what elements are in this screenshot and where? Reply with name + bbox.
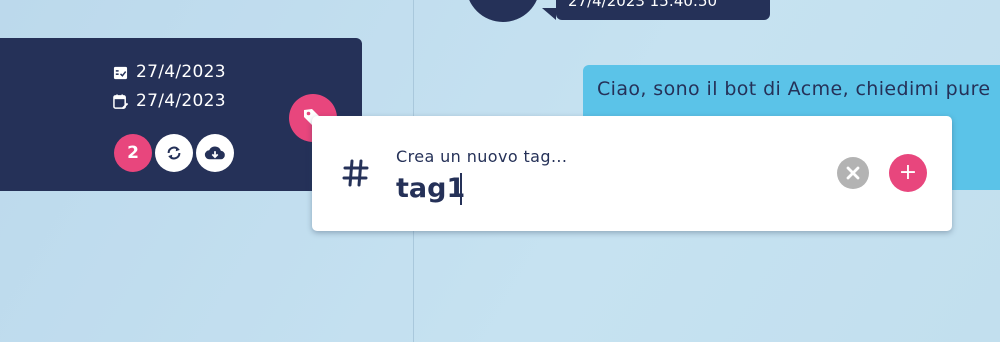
tag-name-input[interactable] (394, 170, 794, 206)
hash-icon (342, 159, 369, 187)
calendar-check-icon (113, 66, 128, 79)
download-button[interactable] (196, 134, 234, 172)
created-date: 27/4/2023 (136, 62, 226, 82)
bubble-tail (542, 8, 556, 20)
message-count-badge: 2 (114, 134, 152, 172)
text-caret (460, 173, 462, 205)
created-date-row: 27/4/2023 (113, 62, 226, 82)
sync-icon (167, 146, 181, 160)
updated-date-row: 27/4/2023 (113, 91, 226, 111)
clear-icon (846, 166, 860, 180)
cloud-download-icon (204, 146, 225, 160)
calendar-edit-icon (113, 93, 128, 109)
card-actions: 2 (114, 134, 234, 172)
message-count: 2 (127, 143, 139, 163)
timestamp-text: 27/4/2023 15:40:50 (568, 0, 718, 10)
plus-icon: + (898, 160, 918, 185)
sync-button[interactable] (155, 134, 193, 172)
add-tag-button[interactable]: + (889, 154, 927, 192)
avatar (466, 0, 540, 22)
create-tag-popup: Crea un nuovo tag... + (312, 116, 952, 231)
timestamp-bubble: 27/4/2023 15:40:50 (556, 0, 770, 20)
bot-message-text: Ciao, sono il bot di Acme, chiedimi pure (597, 78, 991, 100)
updated-date: 27/4/2023 (136, 91, 226, 111)
clear-button[interactable] (837, 157, 869, 189)
tag-input-label: Crea un nuovo tag... (396, 147, 568, 166)
